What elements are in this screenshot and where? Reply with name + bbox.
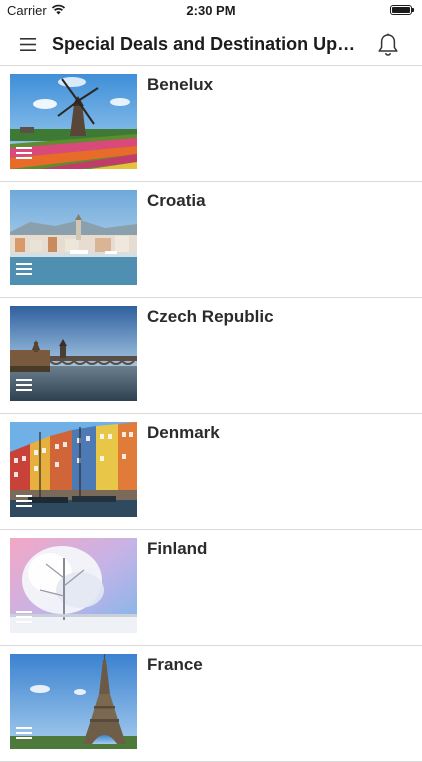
destination-name: Denmark (147, 423, 220, 442)
list-lines-icon (16, 379, 32, 391)
czech-republic-thumbnail (10, 306, 137, 401)
list-lines-icon (16, 495, 32, 507)
list-item-finland[interactable]: Finland (0, 530, 422, 646)
destination-name: Czech Republic (147, 307, 274, 326)
battery-icon (390, 5, 414, 15)
bell-icon (378, 33, 398, 56)
france-thumbnail (10, 654, 137, 749)
list-item-denmark[interactable]: Denmark (0, 414, 422, 530)
status-bar: Carrier 2:30 PM (0, 0, 422, 22)
list-lines-icon (16, 147, 32, 159)
menu-button[interactable] (14, 32, 42, 56)
destination-list: Benelux Croatia Czech Republic Denmark F… (0, 66, 422, 762)
benelux-thumbnail (10, 74, 137, 169)
denmark-thumbnail (10, 422, 137, 517)
list-item-benelux[interactable]: Benelux (0, 66, 422, 182)
destination-name: Benelux (147, 75, 214, 94)
clock: 2:30 PM (186, 3, 236, 18)
list-item-croatia[interactable]: Croatia (0, 182, 422, 298)
list-lines-icon (16, 611, 32, 623)
navigation-bar: Special Deals and Destination Upda... (0, 22, 422, 66)
notifications-button[interactable] (372, 30, 404, 60)
list-lines-icon (16, 727, 32, 739)
list-item-czech-republic[interactable]: Czech Republic (0, 298, 422, 414)
croatia-thumbnail (10, 190, 137, 285)
destination-name: France (147, 655, 203, 674)
list-lines-icon (16, 263, 32, 275)
hamburger-menu-icon (20, 37, 36, 51)
list-item-france[interactable]: France (0, 646, 422, 762)
finland-thumbnail (10, 538, 137, 633)
destination-name: Finland (147, 539, 208, 558)
destination-name: Croatia (147, 191, 206, 210)
page-title: Special Deals and Destination Upda... (52, 34, 362, 54)
